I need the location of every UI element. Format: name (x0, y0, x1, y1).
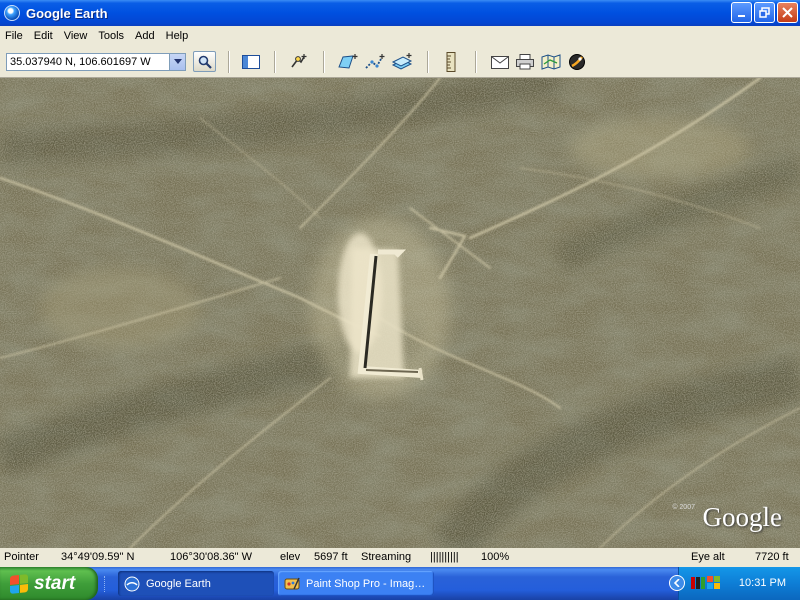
windows-logo-icon (10, 573, 28, 594)
start-button[interactable]: start (0, 567, 98, 600)
sky-switch-button[interactable] (566, 52, 588, 72)
streaming-percent: 100% (481, 551, 510, 563)
add-path-icon (365, 54, 385, 69)
pointer-label: Pointer (4, 551, 39, 563)
email-icon (491, 55, 509, 69)
print-icon (516, 54, 534, 70)
show-hidden-icons-button[interactable] (669, 575, 685, 591)
print-button[interactable] (514, 52, 536, 72)
toolbar-separator (323, 51, 325, 73)
toolbar-separator (228, 51, 230, 73)
elevation-label: elev (280, 551, 301, 563)
minimize-button[interactable] (731, 2, 752, 23)
coordinates-value: 35.037940 N, 106.601697 W (10, 56, 151, 68)
chevron-left-icon (673, 579, 680, 587)
toolbar-separator (274, 51, 276, 73)
restore-icon (759, 7, 770, 18)
google-maps-button[interactable] (540, 52, 562, 72)
menu-tools[interactable]: Tools (93, 30, 130, 42)
window-title: Google Earth (26, 5, 108, 21)
toolbar: 35.037940 N, 106.601697 W (0, 45, 800, 78)
add-path-button[interactable] (364, 52, 386, 72)
paint-shop-pro-icon (284, 577, 300, 589)
taskbar-item-paint-shop-pro[interactable]: Paint Shop Pro - Imag… (278, 571, 434, 596)
google-maps-icon (541, 54, 561, 70)
email-button[interactable] (489, 52, 511, 72)
taskbar-item-label: Paint Shop Pro - Imag… (306, 577, 426, 590)
add-placemark-icon (291, 54, 307, 68)
coordinates-dropdown-button[interactable] (169, 54, 185, 70)
taskbar-item-label: Google Earth (146, 577, 211, 590)
eye-altitude-value: 7720 ft (755, 551, 789, 563)
add-placemark-button[interactable] (288, 52, 310, 72)
taskbar-grip[interactable] (104, 576, 109, 592)
ruler-button[interactable] (440, 52, 462, 72)
sky-switch-icon (569, 54, 585, 70)
menu-edit[interactable]: Edit (29, 30, 59, 42)
google-earth-globe-icon (124, 576, 140, 591)
menu-file[interactable]: File (0, 30, 29, 42)
chevron-down-icon (173, 59, 182, 64)
windows-security-icon[interactable] (707, 576, 721, 590)
minimize-icon (737, 14, 745, 17)
menu-bar: File Edit View Tools Add Help (0, 26, 800, 45)
google-logo: Google (702, 502, 782, 532)
menu-help[interactable]: Help (161, 30, 195, 42)
system-tray: 10:31 PM (669, 567, 800, 600)
ruler-icon (446, 52, 456, 72)
window-controls (731, 2, 798, 23)
restore-button[interactable] (754, 2, 775, 23)
imagery-copyright: © 2007 (672, 504, 695, 511)
streaming-progress-bar: |||||||||| (430, 551, 459, 563)
eye-altitude-label: Eye alt (691, 551, 725, 563)
search-button[interactable] (193, 51, 216, 72)
add-polygon-button[interactable] (337, 52, 359, 72)
toolbar-separator (427, 51, 429, 73)
close-icon (782, 7, 793, 18)
satellite-imagery[interactable] (0, 78, 800, 548)
image-overlay-button[interactable] (391, 52, 413, 72)
taskbar-item-google-earth[interactable]: Google Earth (118, 571, 274, 596)
google-earth-icon (4, 5, 20, 21)
image-overlay-icon (391, 53, 413, 70)
magnifier-icon (198, 55, 212, 69)
menu-add[interactable]: Add (130, 30, 161, 42)
taskbar-clock[interactable]: 10:31 PM (739, 577, 786, 589)
status-bar: Pointer 34°49'09.59" N 106°30'08.36" W e… (0, 548, 800, 567)
add-polygon-icon (338, 54, 358, 69)
search-input[interactable]: 35.037940 N, 106.601697 W (6, 53, 186, 71)
pointer-longitude: 106°30'08.36" W (170, 551, 252, 563)
streaming-label: Streaming (361, 551, 412, 563)
map-viewport[interactable]: © 2007 Google (0, 78, 800, 548)
elevation-value: 5697 ft (314, 551, 348, 563)
sidebar-toggle-button[interactable] (240, 52, 262, 72)
sidebar-panel-icon (242, 55, 260, 69)
taskbar: start Google Earth Paint Shop Pro - Imag… (0, 567, 800, 600)
title-bar[interactable]: Google Earth (0, 0, 800, 26)
close-button[interactable] (777, 2, 798, 23)
toolbar-separator (475, 51, 477, 73)
menu-view[interactable]: View (59, 30, 94, 42)
start-label: start (34, 572, 76, 594)
network-icon[interactable] (691, 576, 705, 590)
pointer-latitude: 34°49'09.59" N (61, 551, 135, 563)
